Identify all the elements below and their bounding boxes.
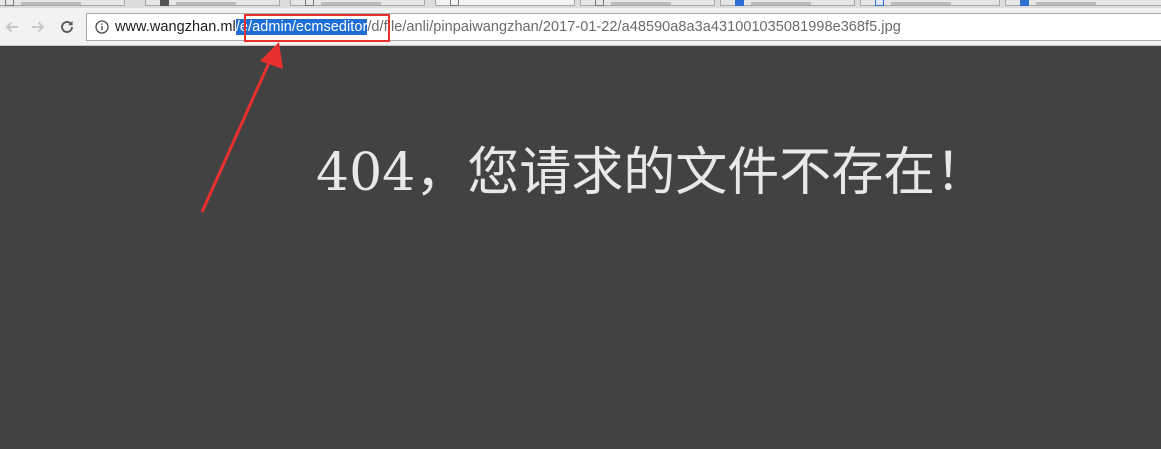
page-favicon-icon bbox=[160, 0, 169, 6]
url-path: /d/file/anli/pinpaiwangzhan/2017-01-22/a… bbox=[367, 19, 901, 35]
url-host: www.wangzhan.ml bbox=[115, 19, 236, 35]
back-arrow-icon bbox=[5, 21, 18, 33]
browser-tab[interactable] bbox=[145, 0, 280, 6]
info-icon[interactable] bbox=[95, 20, 109, 34]
error-message: 404，您请求的文件不存在！ bbox=[316, 143, 988, 203]
annotation-highlight-box bbox=[244, 14, 390, 42]
back-button[interactable] bbox=[2, 17, 22, 37]
page-favicon-icon bbox=[875, 0, 884, 6]
tab-title bbox=[751, 2, 811, 5]
tab-title bbox=[891, 2, 951, 5]
page-favicon-icon bbox=[450, 0, 459, 6]
browser-tab[interactable] bbox=[580, 0, 715, 6]
tab-title bbox=[321, 2, 381, 5]
browser-tab[interactable] bbox=[0, 0, 125, 6]
browser-tab[interactable] bbox=[290, 0, 425, 6]
page-favicon-icon bbox=[305, 0, 314, 6]
browser-toolbar: www.wangzhan.ml/e/admin/ecmseditor/d/fil… bbox=[0, 8, 1161, 46]
browser-tab[interactable] bbox=[720, 0, 855, 6]
forward-button[interactable] bbox=[28, 17, 48, 37]
page-favicon-icon bbox=[735, 0, 744, 6]
tab-title bbox=[176, 2, 236, 5]
tab-strip bbox=[0, 0, 1161, 8]
page-favicon-icon bbox=[595, 0, 604, 6]
reload-icon bbox=[61, 20, 73, 33]
tab-title bbox=[1036, 2, 1096, 5]
tab-title bbox=[21, 2, 81, 5]
forward-arrow-icon bbox=[32, 21, 45, 33]
page-favicon-icon bbox=[1020, 0, 1029, 6]
browser-tab[interactable] bbox=[1005, 0, 1161, 6]
tab-title bbox=[611, 2, 671, 5]
url-text[interactable]: www.wangzhan.ml/e/admin/ecmseditor/d/fil… bbox=[115, 19, 901, 35]
reload-button[interactable] bbox=[57, 17, 77, 37]
annotation-arrow-icon bbox=[200, 42, 283, 213]
page-favicon-icon bbox=[5, 0, 14, 6]
browser-tab[interactable] bbox=[860, 0, 1000, 6]
browser-tab-active[interactable] bbox=[435, 0, 575, 6]
